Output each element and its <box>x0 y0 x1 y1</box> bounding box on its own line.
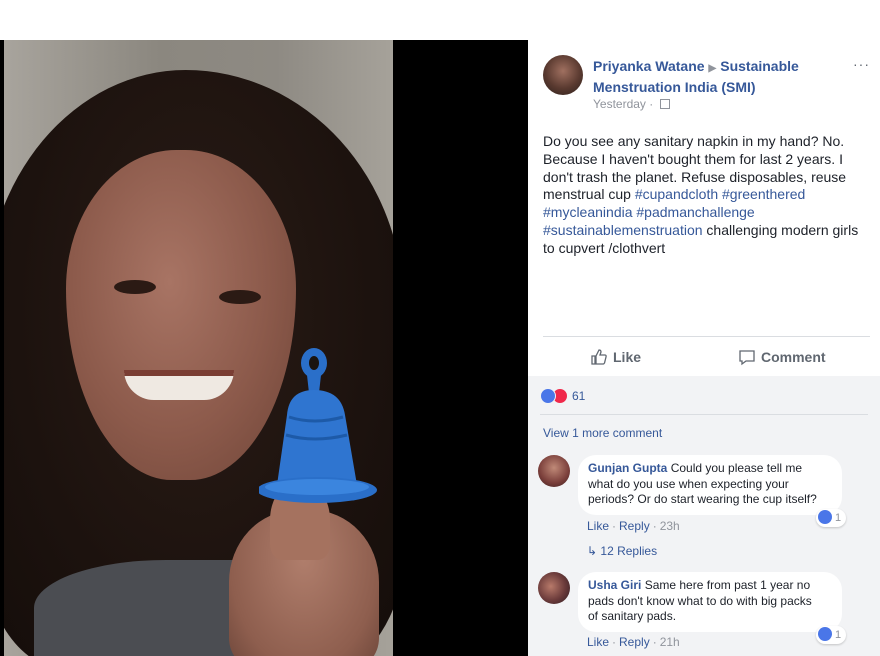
post-text-segment: to cupvert /clothvert <box>543 239 666 256</box>
like-reaction-icon <box>818 627 832 641</box>
comment-text-line: of sanitary pads. <box>588 609 677 623</box>
post-text-line: Do you see any sanitary napkin in my han… <box>543 133 865 151</box>
hashtag-link[interactable]: #sustainablemenstruation <box>543 222 703 238</box>
photo-viewer[interactable] <box>0 40 528 656</box>
comment-label: Comment <box>761 349 826 365</box>
post-text-line: to cupvert /clothvert <box>543 240 865 258</box>
comment-time[interactable]: 21h <box>660 635 680 649</box>
comment-reply-link[interactable]: Reply <box>619 519 650 533</box>
post-text-segment: challenging modern girls <box>702 221 859 238</box>
comment-text-line: periods? Or do start wearing the cup its… <box>588 492 817 506</box>
comment-bubble: Usha Giri Same here from past 1 year no … <box>578 572 842 632</box>
comment-actions: Like · Reply · 21h <box>587 635 680 649</box>
comment-reaction-badge[interactable]: 1 <box>816 626 847 644</box>
reactions-summary[interactable]: 61 <box>540 388 585 406</box>
arrow-right-icon: ▶ <box>708 63 717 74</box>
post-text: Do you see any sanitary napkin in my han… <box>543 133 865 258</box>
comment-text-line: what do you use when expecting your <box>588 476 789 491</box>
comment-button[interactable]: Comment <box>738 347 826 367</box>
menstrual-cup-image <box>259 348 377 503</box>
hashtag-link[interactable]: #mycleanindia <box>543 204 633 220</box>
hashtag-link[interactable]: #cupandcloth <box>635 186 718 202</box>
comment-text-line: Same here from past 1 year no <box>644 578 811 592</box>
comment-bubble: Gunjan Gupta Could you please tell me wh… <box>578 455 842 515</box>
photo-eye-left <box>114 280 156 294</box>
post-text-line: don't trash the planet. Refuse disposabl… <box>543 169 865 187</box>
post-text-line: menstrual cup #cupandcloth #greenthered <box>543 186 865 204</box>
like-button[interactable]: Like <box>590 347 641 367</box>
author-name-link[interactable]: Priyanka Watane <box>593 58 705 74</box>
photo-smile <box>124 370 234 400</box>
like-reaction-icon <box>540 388 556 404</box>
commenter-name[interactable]: Gunjan Gupta <box>588 461 667 475</box>
action-bar: Like Comment <box>543 336 870 376</box>
view-more-comments-link[interactable]: View 1 more comment <box>543 426 662 440</box>
post-text-line: Because I haven't bought them for last 2… <box>543 151 865 169</box>
like-label: Like <box>613 349 642 365</box>
comment-reaction-count: 1 <box>835 629 842 641</box>
facebook-post-viewer: Priyanka Watane ▶ Sustainable Menstruation… <box>0 0 880 656</box>
photo-eye-right <box>219 290 261 304</box>
post-text-segment: Do you see any sanitary napkin in my han… <box>543 133 845 149</box>
post-text-segment: Because I haven't bought them for last 2… <box>543 150 843 167</box>
post-meta: Yesterday · <box>593 97 670 111</box>
post-text-segment: don't trash the planet. Refuse disposabl… <box>543 168 847 185</box>
thumbs-up-icon <box>591 349 607 365</box>
post-header: Priyanka Watane ▶ Sustainable Menstruation… <box>543 55 873 115</box>
comment-time[interactable]: 23h <box>660 519 680 533</box>
audience-icon[interactable] <box>659 99 670 109</box>
post-photo[interactable] <box>4 40 393 656</box>
comment-reaction-badge[interactable]: 1 <box>816 509 847 527</box>
commenter-name[interactable]: Usha Giri <box>588 578 641 592</box>
more-options-icon[interactable]: ··· <box>853 57 873 73</box>
replies-count: 12 Replies <box>600 544 658 558</box>
view-replies-link[interactable]: ↳ 12 Replies <box>587 544 657 558</box>
post-text-line: #sustainablemenstruation challenging mod… <box>543 222 865 240</box>
post-text-segment: menstrual cup <box>543 186 635 203</box>
photo-letterbox <box>393 40 528 656</box>
comment-text-line: pads don't know what to do with big pack… <box>588 593 812 608</box>
comment-reply-link[interactable]: Reply <box>619 635 650 649</box>
hashtag-link[interactable]: #padmanchallenge <box>636 204 754 220</box>
comment-like-link[interactable]: Like <box>587 519 609 533</box>
post-author-line: Priyanka Watane ▶ Sustainable Menstruation… <box>593 57 833 96</box>
post-panel: Priyanka Watane ▶ Sustainable Menstruation… <box>528 40 880 656</box>
comments-section: 61 View 1 more comment Gunjan Gupta Coul… <box>528 376 880 656</box>
reply-arrow-icon: ↳ <box>587 544 598 558</box>
like-reaction-icon <box>818 510 832 524</box>
comment-actions: Like · Reply · 23h <box>587 519 680 533</box>
hashtag-link[interactable]: #greenthered <box>722 186 805 202</box>
post-text-line: #mycleanindia #padmanchallenge <box>543 204 865 222</box>
commenter-avatar[interactable] <box>538 455 570 487</box>
comment-like-link[interactable]: Like <box>587 635 609 649</box>
comment-text-line: Could you please tell me <box>670 461 803 475</box>
commenter-avatar[interactable] <box>538 572 570 604</box>
comment-bubble-icon <box>739 350 755 366</box>
author-avatar[interactable] <box>543 55 583 95</box>
comment-reaction-count: 1 <box>835 512 842 524</box>
divider <box>540 414 868 415</box>
post-timestamp[interactable]: Yesterday <box>593 97 646 111</box>
reaction-count: 61 <box>572 389 586 403</box>
